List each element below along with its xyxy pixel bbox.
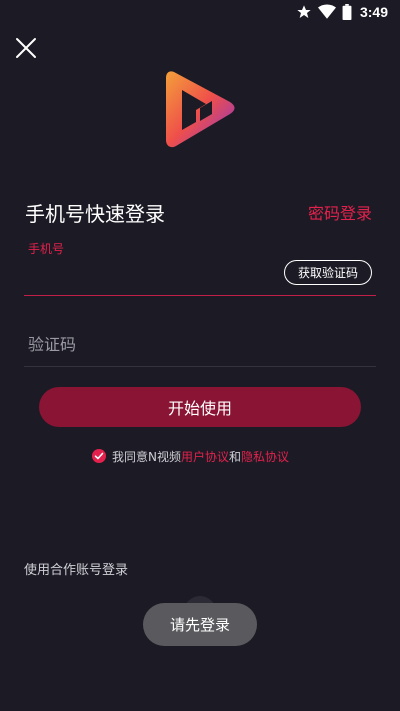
status-bar: 3:49 [0, 0, 400, 24]
user-agreement-link[interactable]: 用户协议 [181, 448, 229, 465]
agreement-checkbox[interactable] [92, 449, 106, 463]
star-icon [296, 4, 312, 20]
partner-login-label: 使用合作账号登录 [24, 563, 129, 578]
code-underline [24, 366, 376, 367]
close-icon [16, 38, 36, 58]
close-button[interactable] [14, 36, 38, 60]
page-title: 手机号快速登录 [25, 202, 165, 226]
start-button[interactable]: 开始使用 [39, 387, 361, 427]
check-icon [94, 452, 104, 460]
wifi-icon [317, 4, 336, 20]
phone-underline [24, 295, 376, 296]
get-code-button[interactable]: 获取验证码 [284, 260, 372, 285]
password-login-link[interactable]: 密码登录 [308, 200, 372, 224]
privacy-policy-link[interactable]: 隐私协议 [241, 448, 289, 465]
agreement-conjunction: 和 [229, 449, 242, 464]
phone-label: 手机号 [28, 242, 65, 256]
status-time: 3:49 [359, 4, 388, 20]
toast-message: 请先登录 [143, 603, 257, 646]
app-logo-icon [166, 71, 235, 148]
agreement-row: 我同意N视频 用户协议 和 隐私协议 [92, 446, 289, 466]
code-input[interactable] [24, 326, 376, 362]
agreement-prefix: 我同意N视频 [112, 449, 181, 464]
battery-icon [342, 4, 352, 20]
app-logo [166, 70, 238, 148]
phone-input[interactable] [24, 258, 284, 294]
